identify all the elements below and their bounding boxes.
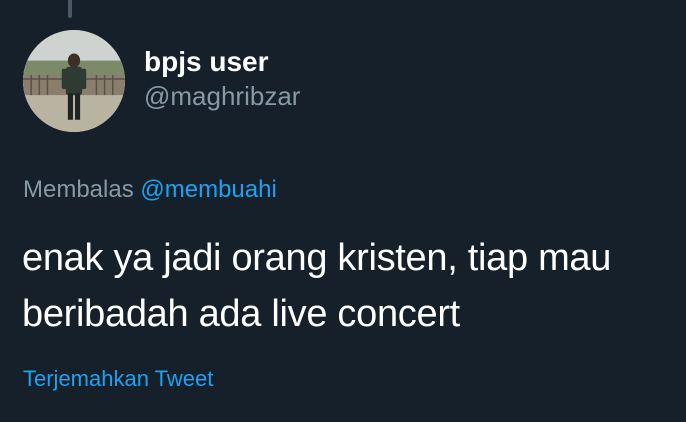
reply-mention-link[interactable]: @membuahi (140, 176, 276, 203)
tweet-text: enak ya jadi orang kristen, tiap mau ber… (22, 237, 612, 335)
avatar-photo (23, 30, 125, 132)
reply-context: Membalas @membuahi (23, 175, 277, 205)
reply-prefix: Membalas (23, 176, 134, 203)
display-name[interactable]: bpjs user (144, 44, 300, 80)
thread-connector-line (68, 0, 72, 18)
user-handle[interactable]: @maghribzar (144, 80, 300, 112)
avatar[interactable] (23, 30, 125, 132)
translate-tweet-link[interactable]: Terjemahkan Tweet (23, 364, 213, 394)
user-info: bpjs user @maghribzar (144, 44, 300, 112)
